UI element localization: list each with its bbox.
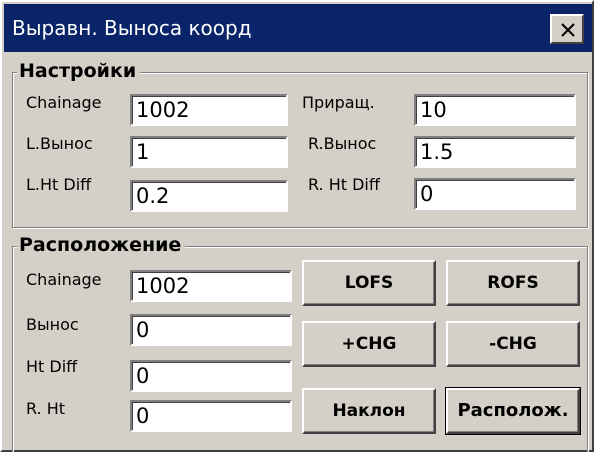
r-offset-label: R.Вынос <box>308 134 377 153</box>
window-title: Выравн. Выноса коорд <box>12 16 252 40</box>
r-offset-field[interactable]: 1.5 <box>414 136 576 168</box>
lofs-button[interactable]: LOFS <box>302 260 436 306</box>
location-group-title: Расположение <box>17 233 186 257</box>
close-button[interactable] <box>550 14 584 44</box>
close-icon <box>561 23 575 37</box>
r-ht-diff-field[interactable]: 0 <box>414 178 576 210</box>
increment-label: Приращ. <box>302 93 375 112</box>
location-ht-diff-label: Ht Diff <box>26 357 78 376</box>
settings-group-title: Настройки <box>17 59 141 83</box>
l-offset-field[interactable]: 1 <box>130 136 288 168</box>
r-ht-label: R. Ht <box>26 399 66 418</box>
location-offset-label: Вынос <box>26 315 79 334</box>
location-ht-diff-field[interactable]: 0 <box>130 360 292 392</box>
l-ht-diff-field[interactable]: 0.2 <box>130 180 288 212</box>
minus-chg-button[interactable]: -CHG <box>446 321 580 367</box>
slope-button[interactable]: Наклон <box>302 388 436 434</box>
settings-chainage-label: Chainage <box>26 93 102 112</box>
increment-field[interactable]: 10 <box>414 94 576 126</box>
location-chainage-field[interactable]: 1002 <box>130 270 292 302</box>
r-ht-diff-label: R. Ht Diff <box>308 175 380 194</box>
location-chainage-label: Chainage <box>26 270 102 289</box>
rofs-button[interactable]: ROFS <box>446 260 580 306</box>
l-offset-label: L.Вынос <box>26 134 93 153</box>
l-ht-diff-label: L.Ht Diff <box>26 175 92 194</box>
title-bar[interactable]: Выравн. Выноса коорд <box>4 4 592 52</box>
r-ht-field[interactable]: 0 <box>130 400 292 432</box>
location-offset-field[interactable]: 0 <box>130 314 292 346</box>
locate-button[interactable]: Располож. <box>445 387 581 435</box>
settings-chainage-field[interactable]: 1002 <box>130 94 288 126</box>
plus-chg-button[interactable]: +CHG <box>302 321 436 367</box>
